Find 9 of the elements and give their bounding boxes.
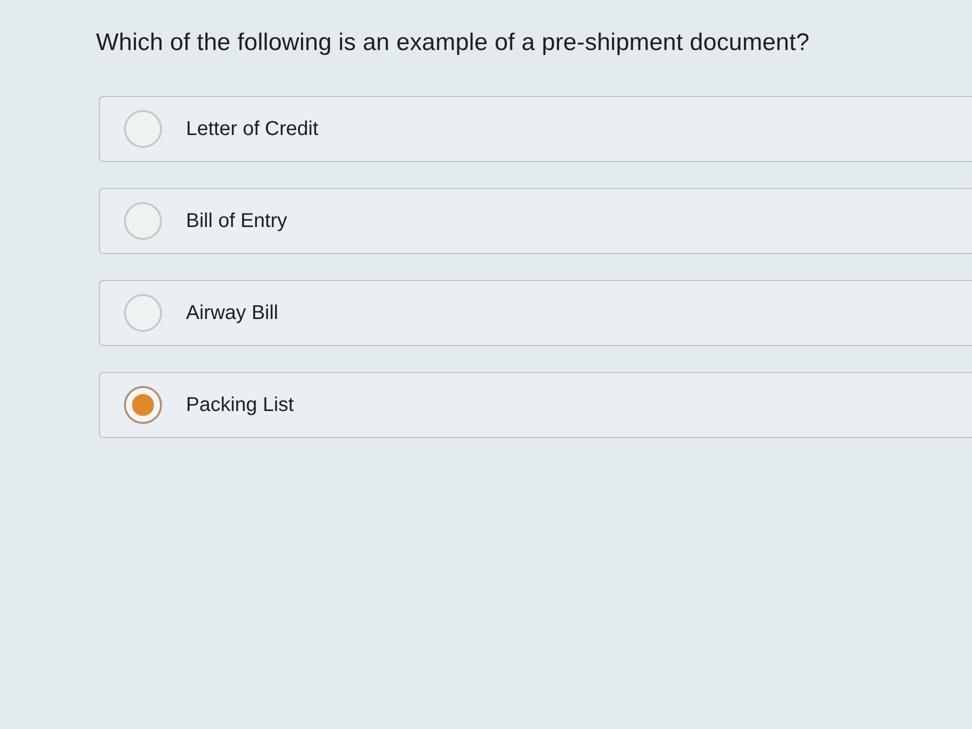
radio-button[interactable]: [124, 386, 162, 424]
radio-button[interactable]: [124, 110, 162, 148]
answer-option[interactable]: Letter of Credit: [99, 96, 972, 162]
question-text: Which of the following is an example of a pre-shipment document?: [96, 28, 810, 58]
answer-option[interactable]: Packing List: [99, 372, 972, 438]
radio-button[interactable]: [124, 202, 162, 240]
radio-button[interactable]: [124, 294, 162, 332]
answer-option[interactable]: Airway Bill: [99, 280, 972, 346]
answer-option[interactable]: Bill of Entry: [99, 188, 972, 254]
